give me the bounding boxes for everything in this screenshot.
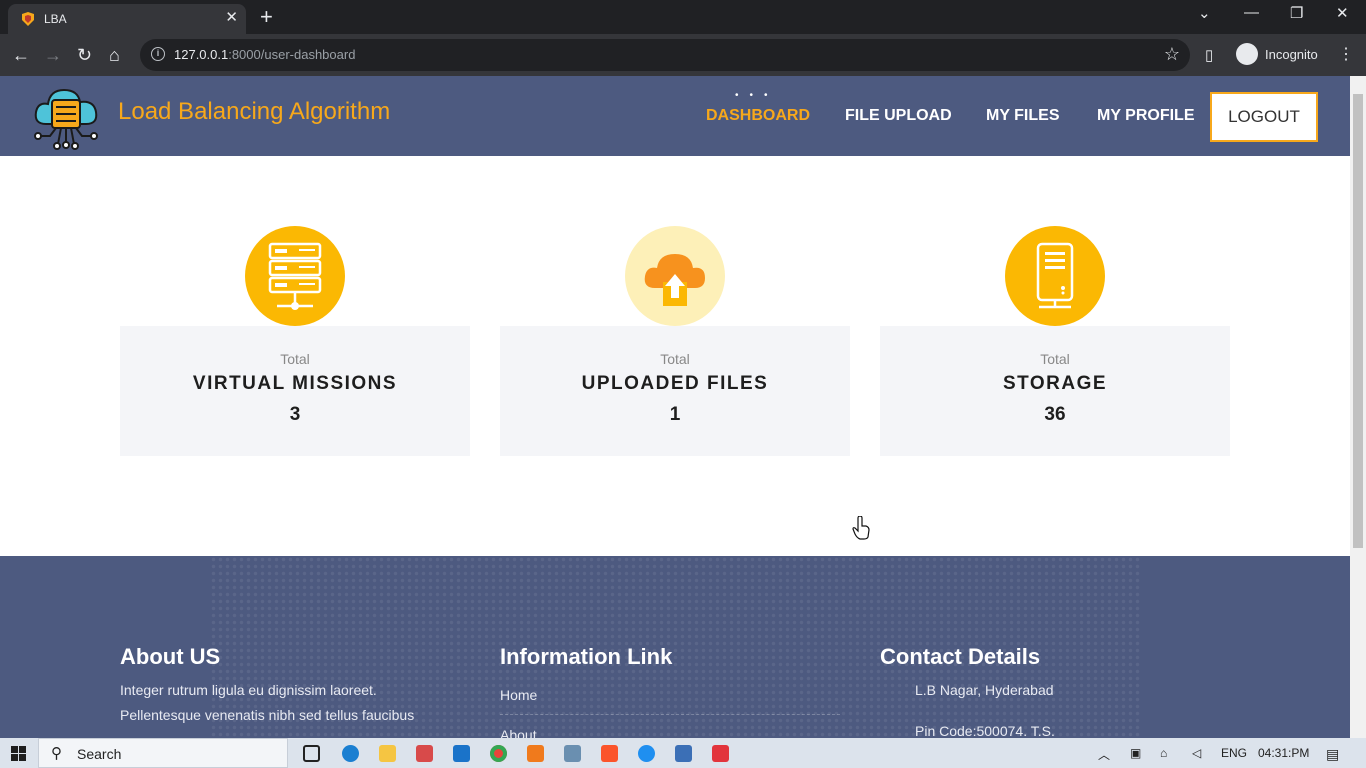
os-taskbar: ⚲ Search ︿ ▣ ⌂ ◁ ENG 04:31:PM ▤	[0, 738, 1366, 768]
url-text[interactable]: 127.0.0.1:8000/user-dashboard	[174, 47, 355, 62]
side-panel-icon[interactable]: ▯	[1205, 45, 1213, 67]
card-value: 36	[1044, 404, 1066, 425]
nav-file-upload[interactable]: FILE UPLOAD	[845, 107, 952, 125]
search-app-icon[interactable]	[527, 745, 544, 762]
hand-cursor-icon	[852, 516, 870, 540]
browser-toolbar: ← → ↻ ⌂ i 127.0.0.1:8000/user-dashboard …	[0, 34, 1366, 76]
task-view-icon[interactable]	[303, 745, 320, 762]
card-label: Total	[660, 351, 690, 367]
app-icon[interactable]	[564, 745, 581, 762]
footer-link-home[interactable]: Home	[500, 687, 537, 703]
language-indicator[interactable]: ENG	[1221, 746, 1247, 760]
taskbar-search-input[interactable]: ⚲ Search	[38, 738, 288, 768]
network-icon[interactable]: ⌂	[1160, 746, 1167, 760]
app-icon[interactable]	[675, 745, 692, 762]
tab-title: LBA	[44, 12, 67, 26]
site-info-icon[interactable]: i	[151, 47, 165, 61]
reload-icon[interactable]: ↻	[77, 44, 92, 66]
logout-button[interactable]: LOGOUT	[1210, 92, 1318, 142]
volume-icon[interactable]: ◁	[1192, 746, 1201, 760]
back-icon[interactable]: ←	[12, 44, 30, 66]
vscode-icon[interactable]	[453, 745, 470, 762]
stat-card-storage: Total STORAGE 36	[880, 326, 1230, 456]
cloud-upload-icon	[625, 226, 725, 326]
footer-info-title: Information Link	[500, 644, 673, 669]
restore-icon[interactable]: ❐	[1290, 4, 1303, 22]
close-window-icon[interactable]: ✕	[1336, 4, 1349, 22]
cloud-server-logo-icon	[34, 88, 98, 150]
card-label: Total	[280, 351, 310, 367]
brand-title[interactable]: Load Balancing Algorithm	[118, 98, 390, 126]
footer-about-text: Pellentesque venenatis nibh sed tellus f…	[120, 707, 415, 723]
app-icon[interactable]	[416, 745, 433, 762]
tray-chevron-icon[interactable]: ︿	[1098, 746, 1110, 763]
nav-my-profile[interactable]: MY PROFILE	[1097, 107, 1195, 125]
browser-tab[interactable]: LBA ✕	[8, 4, 246, 34]
footer-contact-title: Contact Details	[880, 644, 1041, 669]
site-footer: About US Integer rutrum ligula eu dignis…	[0, 556, 1350, 738]
card-title: UPLOADED FILES	[581, 373, 769, 394]
browser-tabbar: LBA ✕ + ⌄ — ❐ ✕	[0, 0, 1366, 34]
page-viewport: Load Balancing Algorithm ••• DASHBOARD F…	[0, 76, 1350, 738]
taskbar-search-label: Search	[77, 746, 122, 762]
edge-icon[interactable]	[342, 745, 359, 762]
new-tab-icon[interactable]: +	[260, 6, 273, 28]
tab-search-icon[interactable]: ⌄	[1198, 4, 1211, 22]
nav-dashboard[interactable]: DASHBOARD	[706, 107, 810, 125]
footer-pincode: Pin Code:500074. T.S.	[915, 723, 1055, 738]
card-value: 1	[669, 404, 681, 425]
incognito-label: Incognito	[1265, 47, 1318, 62]
footer-about-title: About US	[120, 644, 221, 669]
storage-server-icon	[1005, 226, 1105, 326]
card-value: 3	[289, 404, 301, 425]
browser-menu-icon[interactable]: ⋮	[1338, 44, 1354, 66]
brave-icon[interactable]	[601, 745, 618, 762]
tab-close-icon[interactable]: ✕	[225, 9, 238, 27]
clock[interactable]: 04:31:PM	[1258, 746, 1309, 760]
meet-icon[interactable]: ▣	[1130, 746, 1141, 760]
site-header: Load Balancing Algorithm ••• DASHBOARD F…	[0, 76, 1350, 156]
server-rack-icon	[245, 226, 345, 326]
footer-divider	[500, 714, 840, 715]
app-icon[interactable]	[712, 745, 729, 762]
card-title: STORAGE	[1002, 373, 1108, 394]
windows-start-icon[interactable]	[11, 746, 27, 761]
address-bar[interactable]: i 127.0.0.1:8000/user-dashboard ☆	[140, 39, 1190, 71]
stat-card-virtual-missions: Total VIRTUAL MISSIONS 3	[120, 326, 470, 456]
zoom-icon[interactable]	[638, 745, 655, 762]
stat-card-uploaded-files: Total UPLOADED FILES 1	[500, 326, 850, 456]
notifications-icon[interactable]: ▤	[1326, 746, 1339, 763]
minimize-icon[interactable]: —	[1244, 4, 1259, 21]
tab-favicon-icon	[22, 12, 34, 26]
home-icon[interactable]: ⌂	[109, 44, 120, 66]
forward-icon[interactable]: →	[44, 44, 62, 66]
incognito-icon	[1236, 43, 1258, 65]
search-icon: ⚲	[51, 745, 62, 762]
scrollbar-thumb[interactable]	[1353, 94, 1363, 548]
card-label: Total	[1040, 351, 1070, 367]
bookmark-star-icon[interactable]: ☆	[1164, 44, 1180, 65]
page-scrollbar[interactable]	[1350, 76, 1366, 738]
card-title: VIRTUAL MISSIONS	[192, 373, 398, 394]
footer-about-text: Integer rutrum ligula eu dignissim laore…	[120, 682, 377, 698]
file-explorer-icon[interactable]	[379, 745, 396, 762]
active-indicator-dots: •••	[735, 90, 779, 101]
chrome-icon[interactable]	[490, 745, 507, 762]
nav-my-files[interactable]: MY FILES	[986, 107, 1060, 125]
footer-link-about[interactable]: About	[500, 727, 537, 738]
footer-address: L.B Nagar, Hyderabad	[915, 682, 1054, 698]
